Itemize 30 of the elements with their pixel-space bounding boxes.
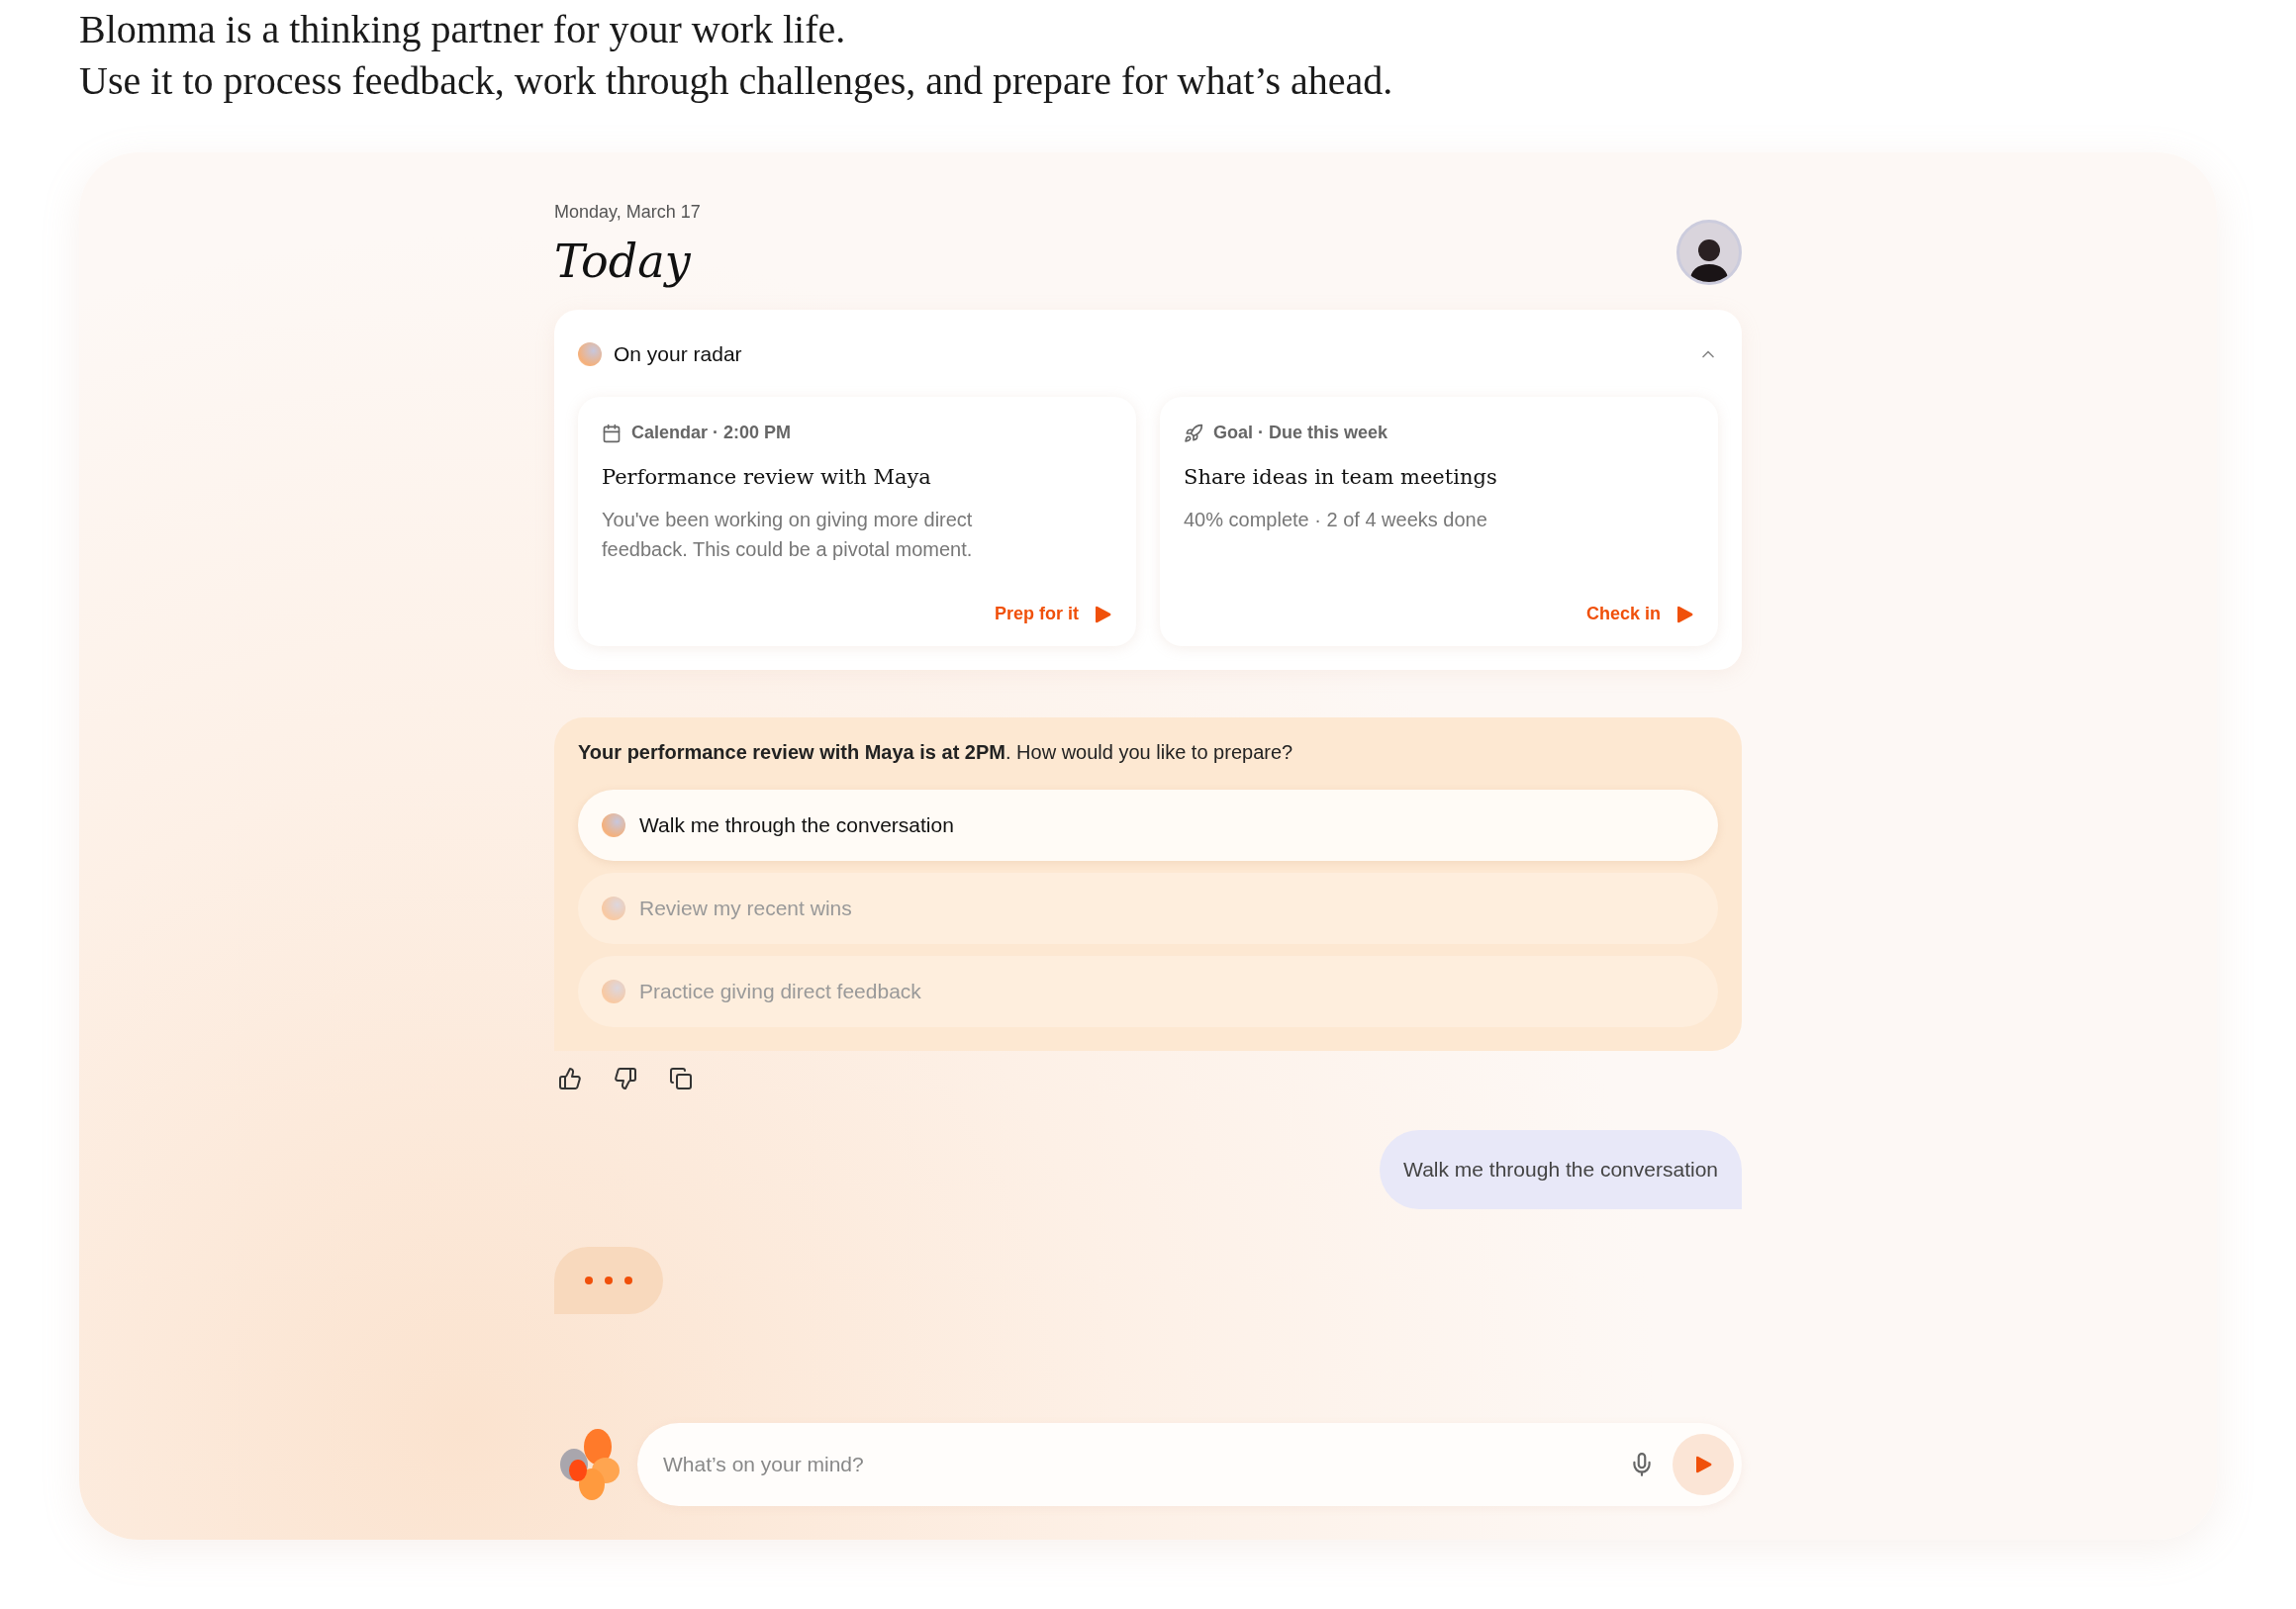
composer-field[interactable]: What’s on your mind? [637, 1423, 1742, 1506]
card-meta: Goal · Due this week [1213, 423, 1388, 443]
page-title: Today [554, 235, 692, 288]
card-meta: Calendar · 2:00 PM [631, 423, 792, 443]
suggestion-option[interactable]: Walk me through the conversation [578, 790, 1718, 861]
prompt-text: Your performance review with Maya is at 2PM. How would you like to prepare? [578, 741, 1294, 764]
send-button[interactable] [1673, 1434, 1734, 1495]
card-action-link[interactable]: Prep for it [995, 604, 1112, 624]
thumbs-up-icon[interactable] [558, 1067, 582, 1090]
copy-icon[interactable] [669, 1067, 693, 1090]
calendar-icon [602, 423, 622, 443]
card-title: Performance review with Maya [602, 465, 932, 489]
rocket-icon [1184, 423, 1203, 443]
card-title: Share ideas in team meetings [1184, 465, 1498, 489]
message-input[interactable]: What’s on your mind? [661, 1452, 1629, 1477]
intro-text: Use it to process feedback, work through challenges, and prepare for what’s ahead. [79, 57, 1394, 105]
suggestion-option[interactable]: Practice giving direct feedback [578, 956, 1718, 1027]
card-action-link[interactable]: Check in [1585, 604, 1694, 624]
card-body: 40% complete · 2 of 4 weeks done [1184, 508, 1488, 532]
date-label: Monday, March 17 [554, 202, 701, 223]
play-icon [1674, 605, 1694, 623]
blomma-icon [578, 342, 602, 366]
section-title: On your radar [614, 342, 743, 366]
thumbs-down-icon[interactable] [614, 1067, 637, 1090]
play-icon [1093, 605, 1112, 623]
suggestion-option[interactable]: Review my recent wins [578, 873, 1718, 944]
card-body: You've been working on giving more direct feedback. This could be a pivotal moment. [602, 508, 974, 562]
intro-text: Blomma is a thinking partner for your work life. [79, 6, 847, 53]
user-message: Walk me through the conversation [1380, 1130, 1742, 1209]
send-icon [1693, 1456, 1713, 1473]
